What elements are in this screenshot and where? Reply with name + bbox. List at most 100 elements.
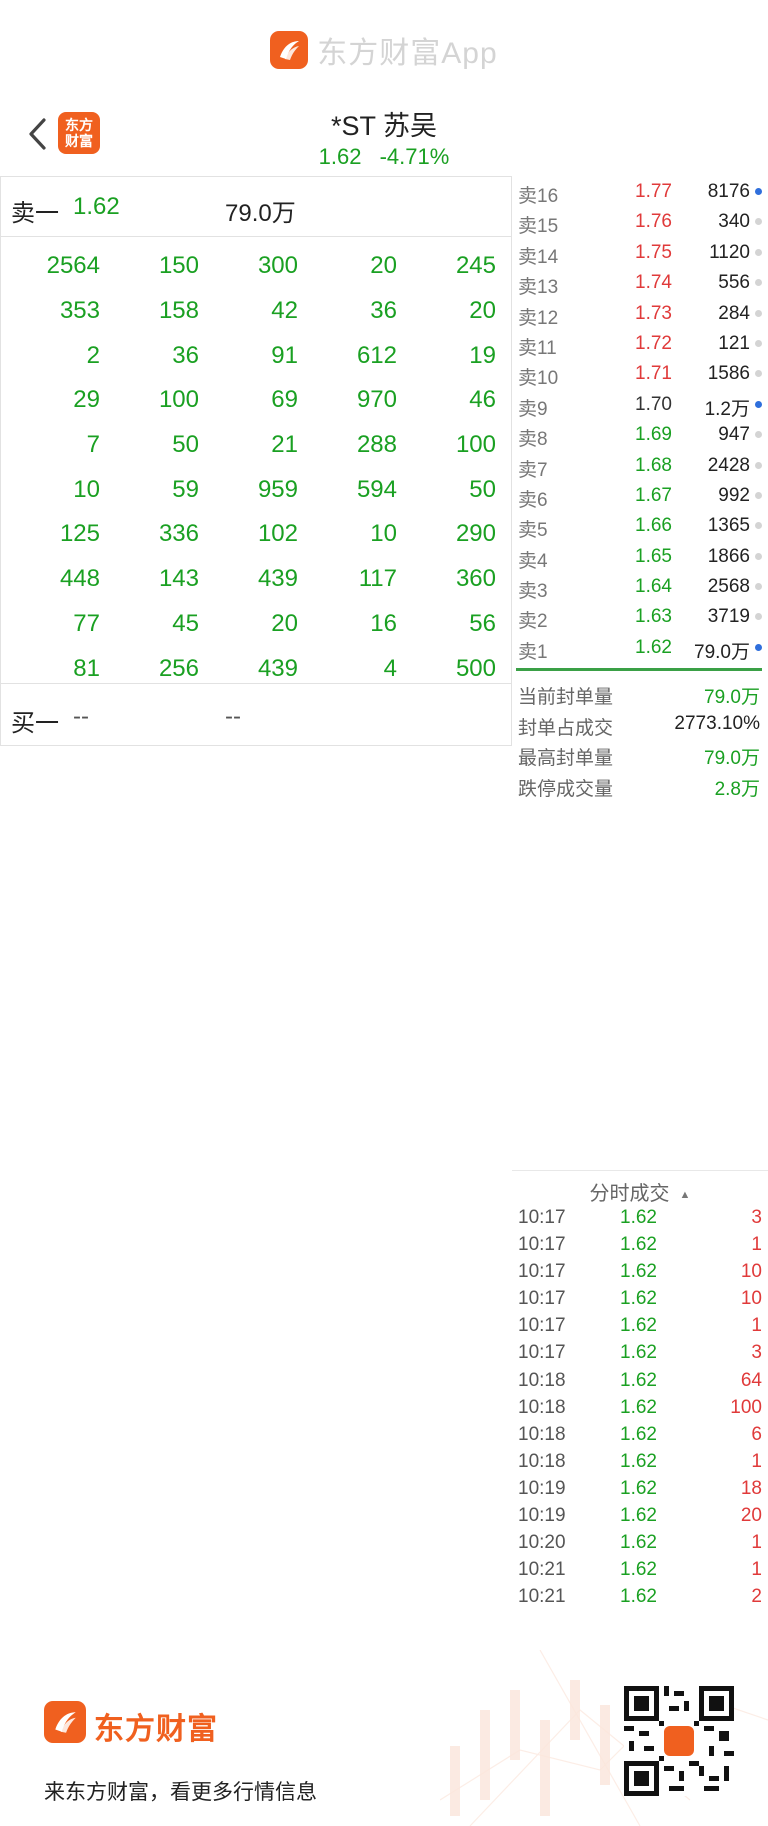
queue-cell: 50 bbox=[172, 431, 199, 459]
queue-cell: 353 bbox=[59, 297, 100, 325]
status-dot-icon bbox=[755, 461, 762, 469]
orderbook-level-label: 卖2 bbox=[518, 611, 548, 633]
divider-line bbox=[516, 668, 762, 672]
orderbook-level-label: 卖1 bbox=[518, 641, 548, 663]
brand-bar: 东方财富App bbox=[0, 0, 768, 100]
ask-one-volume: 79.0万 bbox=[225, 200, 296, 227]
tick-time: 10:18 bbox=[518, 1450, 566, 1472]
orderbook-price: 1.62 bbox=[635, 636, 672, 658]
tick-time: 10:17 bbox=[518, 1288, 566, 1310]
orderbook-volume: 1365 bbox=[707, 515, 750, 537]
queue-cell: 594 bbox=[356, 475, 397, 503]
tick-volume: 2 bbox=[751, 1586, 762, 1608]
bid-one-line: 买一 -- -- bbox=[1, 685, 511, 745]
queue-row: 125 336 102 10 290 bbox=[1, 512, 511, 557]
queue-cell: 125 bbox=[59, 520, 100, 548]
tick-volume: 10 bbox=[740, 1288, 762, 1310]
queue-cell: 45 bbox=[172, 609, 199, 637]
tick-trades-header[interactable]: 分时成交 ▲ bbox=[512, 1170, 768, 1205]
tick-row: 10:18 1.62 100 bbox=[512, 1394, 768, 1421]
orderbook-row[interactable]: 卖1 1.62 79.0万 bbox=[516, 632, 764, 663]
queue-cell: 158 bbox=[158, 297, 199, 325]
orderbook-row[interactable]: 卖16 1.77 8176 bbox=[516, 176, 764, 207]
tick-price: 1.62 bbox=[620, 1315, 657, 1337]
orderbook-row[interactable]: 卖5 1.66 1365 bbox=[516, 510, 764, 541]
status-dot-icon bbox=[755, 552, 762, 560]
orderbook-row[interactable]: 卖11 1.72 121 bbox=[516, 328, 764, 359]
tick-volume: 18 bbox=[740, 1477, 762, 1499]
orderbook-volume: 3719 bbox=[707, 606, 750, 628]
queue-cell: 300 bbox=[257, 252, 298, 280]
seal-stat-value: 79.0万 bbox=[704, 748, 760, 770]
orderbook-row[interactable]: 卖13 1.74 556 bbox=[516, 267, 764, 298]
queue-cell: 500 bbox=[455, 654, 496, 682]
tick-volume: 6 bbox=[751, 1423, 762, 1445]
tick-price: 1.62 bbox=[620, 1288, 657, 1310]
seal-stat-row: 封单占成交 2773.10% bbox=[516, 708, 764, 739]
tick-time: 10:17 bbox=[518, 1234, 566, 1256]
orderbook-row[interactable]: 卖6 1.67 992 bbox=[516, 480, 764, 511]
queue-cell: 20 bbox=[271, 609, 298, 637]
seal-stat-value: 2.8万 bbox=[714, 778, 760, 800]
tick-volume: 1 bbox=[751, 1234, 762, 1256]
queue-row: 7 50 21 288 100 bbox=[1, 423, 511, 468]
tick-row: 10:17 1.62 10 bbox=[512, 1285, 768, 1312]
orderbook-row[interactable]: 卖9 1.70 1.2万 bbox=[516, 389, 764, 420]
queue-cell: 77 bbox=[73, 609, 100, 637]
orderbook-price: 1.63 bbox=[635, 606, 672, 628]
orderbook-row[interactable]: 卖3 1.64 2568 bbox=[516, 571, 764, 602]
tick-row: 10:18 1.62 64 bbox=[512, 1367, 768, 1394]
orderbook-row[interactable]: 卖14 1.75 1120 bbox=[516, 237, 764, 268]
queue-cell: 612 bbox=[356, 341, 397, 369]
tick-volume: 1 bbox=[751, 1559, 762, 1581]
queue-cell: 29 bbox=[73, 386, 100, 414]
orderbook-row[interactable]: 卖8 1.69 947 bbox=[516, 419, 764, 450]
queue-cell: 56 bbox=[469, 609, 496, 637]
status-dot-icon bbox=[755, 309, 762, 317]
queue-cell: 2 bbox=[86, 341, 100, 369]
queue-cell: 290 bbox=[455, 520, 496, 548]
orderbook-row[interactable]: 卖2 1.63 3719 bbox=[516, 601, 764, 633]
tick-row: 10:17 1.62 1 bbox=[512, 1312, 768, 1339]
queue-cell: 19 bbox=[469, 341, 496, 369]
tick-volume: 20 bbox=[740, 1505, 762, 1527]
stock-price: 1.62 bbox=[318, 144, 362, 169]
orderbook-price: 1.69 bbox=[635, 424, 672, 446]
status-dot-icon bbox=[755, 491, 762, 499]
orderbook-row[interactable]: 卖10 1.71 1586 bbox=[516, 358, 764, 389]
orderbook-row[interactable]: 卖12 1.73 284 bbox=[516, 298, 764, 329]
orderbook-row[interactable]: 卖7 1.68 2428 bbox=[516, 450, 764, 481]
queue-cell: 10 bbox=[73, 475, 100, 503]
tick-time: 10:19 bbox=[518, 1505, 566, 1527]
stock-header: 东方 财富 *ST 苏吴 1.62 -4.71% bbox=[0, 100, 768, 176]
stock-name: *ST 苏吴 bbox=[330, 111, 438, 141]
order-queue-panel: 卖一 1.62 79.0万 2564 150 300 20 245 353 158 42 36… bbox=[0, 176, 512, 746]
orderbook-volume: 947 bbox=[718, 424, 750, 446]
tick-volume: 10 bbox=[740, 1261, 762, 1283]
orderbook-row[interactable]: 卖15 1.76 340 bbox=[516, 206, 764, 237]
tick-row: 10:20 1.62 1 bbox=[512, 1529, 768, 1556]
qr-code-icon[interactable] bbox=[624, 1686, 734, 1796]
tick-time: 10:17 bbox=[518, 1261, 566, 1283]
order-queue: 2564 150 300 20 245 353 158 42 36 20 2 36 91 612 19 … bbox=[1, 238, 511, 684]
queue-cell: 16 bbox=[370, 609, 397, 637]
queue-cell: 7 bbox=[86, 431, 100, 459]
orderbook-row[interactable]: 卖4 1.65 1866 bbox=[516, 541, 764, 572]
queue-cell: 36 bbox=[172, 341, 199, 369]
queue-row: 2564 150 300 20 245 bbox=[1, 244, 511, 289]
orderbook-level-label: 卖9 bbox=[518, 398, 548, 420]
brand-title: 东方财富App bbox=[317, 37, 498, 70]
orderbook-level-label: 卖14 bbox=[518, 246, 559, 268]
tick-row: 10:17 1.62 3 bbox=[512, 1204, 768, 1231]
tick-row: 10:17 1.62 1 bbox=[512, 1231, 768, 1258]
tick-volume: 64 bbox=[740, 1369, 762, 1391]
queue-row: 448 143 439 117 360 bbox=[1, 557, 511, 602]
orderbook-price: 1.71 bbox=[635, 363, 672, 385]
queue-cell: 4 bbox=[383, 654, 397, 682]
orderbook-price: 1.77 bbox=[635, 181, 672, 202]
tick-row: 10:17 1.62 3 bbox=[512, 1339, 768, 1366]
status-dot-icon bbox=[755, 370, 762, 378]
tick-time: 10:18 bbox=[518, 1423, 566, 1445]
tick-trades-title: 分时成交 bbox=[589, 1183, 670, 1205]
tick-price: 1.62 bbox=[620, 1423, 657, 1445]
